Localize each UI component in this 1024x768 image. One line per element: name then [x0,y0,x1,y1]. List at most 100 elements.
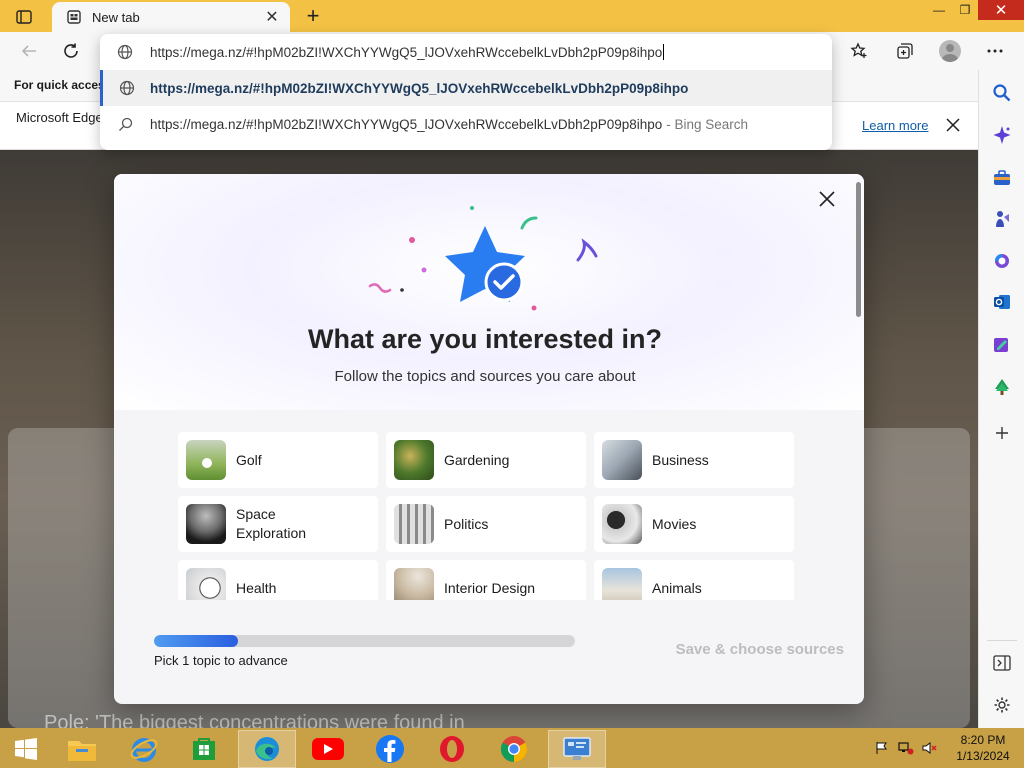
topic-gardening[interactable]: Gardening [386,432,586,488]
close-icon [819,191,835,207]
tab-new-tab[interactable]: New tab ✕ [52,2,290,32]
designer-icon [994,338,1008,352]
dialog-subtitle: Follow the topics and sources you care a… [334,368,636,385]
topic-label: Gardening [444,451,510,468]
sidebar-copilot-button[interactable] [989,122,1015,148]
close-icon [946,118,960,132]
taskbar-chrome[interactable] [488,730,540,768]
animal-icon [602,568,642,600]
save-choose-sources-button[interactable]: Save & choose sources [634,641,844,658]
favorites-button[interactable] [844,36,874,66]
topic-health[interactable]: Health [178,560,378,600]
dialog-scrollbar[interactable] [856,182,861,317]
clock-date: 1/13/2024 [956,749,1010,763]
search-suggestion-query: https://mega.nz/#!hpM02bZI!WXChYYWgQ5_lJ… [150,116,663,132]
outlook-icon [994,295,1010,309]
title-bar: New tab ✕ + — ❐ ✕ [0,0,1024,32]
taskbar-store[interactable] [178,730,230,768]
topic-label: Animals [652,579,702,596]
url-suggestion[interactable]: https://mega.nz/#!hpM02bZI!WXChYYWgQ5_lJ… [100,70,832,106]
sidebar-tools-button[interactable] [989,206,1015,232]
back-button[interactable] [14,36,44,66]
internet-explorer-icon [130,738,158,762]
sidebar-settings-button[interactable] [989,692,1015,718]
search-engine-label: - Bing Search [666,116,749,132]
sidebar-designer-button[interactable] [989,332,1015,358]
topic-movies[interactable]: Movies [594,496,794,552]
taskbar-file-explorer[interactable] [56,730,108,768]
taskbar: 8:20 PM 1/13/2024 [0,728,1024,768]
window-controls: — ❐ ✕ [926,0,1024,22]
window-close-button[interactable]: ✕ [978,0,1024,20]
store-icon [193,738,215,760]
sidebar-search-button[interactable] [989,80,1015,106]
topic-business[interactable]: Business [594,432,794,488]
collections-button[interactable] [890,36,920,66]
topic-politics[interactable]: Politics [386,496,586,552]
learn-more-link[interactable]: Learn more [862,118,928,133]
briefcase-icon [994,170,1010,185]
volume-muted-icon[interactable] [918,736,942,760]
gardening-icon [394,440,434,480]
columns-icon [394,504,434,544]
topics-grid: Golf Gardening Business Space Exploratio… [178,432,798,600]
interior-design-icon [394,568,434,600]
taskbar-control-panel[interactable] [548,730,606,768]
plus-icon [996,427,1008,439]
avatar [939,40,961,62]
topic-interior-design[interactable]: Interior Design [386,560,586,600]
sidebar-add-button[interactable] [989,420,1015,446]
start-button[interactable] [0,730,52,768]
sidebar-outlook-button[interactable] [989,289,1015,315]
new-tab-button[interactable]: + [300,3,326,28]
taskbar-opera[interactable] [426,730,478,768]
opera-icon [440,736,464,762]
sidebar-shopping-button[interactable] [989,165,1015,191]
network-icon[interactable] [894,736,918,760]
flag-icon[interactable] [870,736,894,760]
info-bar-close-button[interactable] [942,114,964,136]
tab-actions-button[interactable] [8,6,40,28]
edge-sidebar [978,70,1024,728]
tab-close-button[interactable]: ✕ [262,7,282,27]
profile-button[interactable] [935,36,965,66]
topic-label: Space Exploration [236,506,307,541]
dialog-close-button[interactable] [814,186,840,212]
sidebar-hide-button[interactable] [989,650,1015,676]
topic-progress-bar [154,635,575,647]
topic-label: Health [236,579,277,596]
new-tab-page-icon [66,9,82,25]
chrome-icon [500,736,528,763]
search-icon [993,84,1011,102]
topic-animals[interactable]: Animals [594,560,794,600]
maximize-button[interactable]: ❐ [952,0,978,20]
control-panel-icon [563,737,591,760]
taskbar-internet-explorer[interactable] [118,730,170,768]
system-tray: 8:20 PM 1/13/2024 [870,728,1024,768]
search-suggestion[interactable]: https://mega.nz/#!hpM02bZI!WXChYYWgQ5_lJ… [100,106,832,142]
youtube-icon [312,738,344,760]
folder-icon [68,741,96,761]
refresh-button[interactable] [56,36,86,66]
globe-icon [100,44,150,60]
taskbar-facebook[interactable] [364,730,416,768]
taskbar-youtube[interactable] [302,730,354,768]
sidebar-games-button[interactable] [989,374,1015,400]
topic-label: Movies [652,515,697,532]
topic-golf[interactable]: Golf [178,432,378,488]
sidebar-office-button[interactable] [989,248,1015,274]
topic-space-exploration[interactable]: Space Exploration [178,496,378,552]
address-bar-dropdown: https://mega.nz/#!hpM02bZI!WXChYYWgQ5_lJ… [100,34,832,150]
dialog-title: What are you interested in? [307,324,663,354]
progress-hint: Pick 1 topic to advance [154,653,288,668]
back-arrow-icon [21,45,36,57]
settings-more-button[interactable] [980,36,1010,66]
collapse-sidebar-icon [993,655,1011,671]
address-input-value: https://mega.nz/#!hpM02bZI!WXChYYWgQ5_lJ… [150,44,663,60]
minimize-button[interactable]: — [926,0,952,20]
star-celebration-icon [368,206,598,311]
sidebar-divider [987,640,1017,641]
taskbar-clock[interactable]: 8:20 PM 1/13/2024 [942,732,1024,764]
address-input[interactable]: https://mega.nz/#!hpM02bZI!WXChYYWgQ5_lJ… [100,34,832,70]
taskbar-edge[interactable] [238,730,296,768]
